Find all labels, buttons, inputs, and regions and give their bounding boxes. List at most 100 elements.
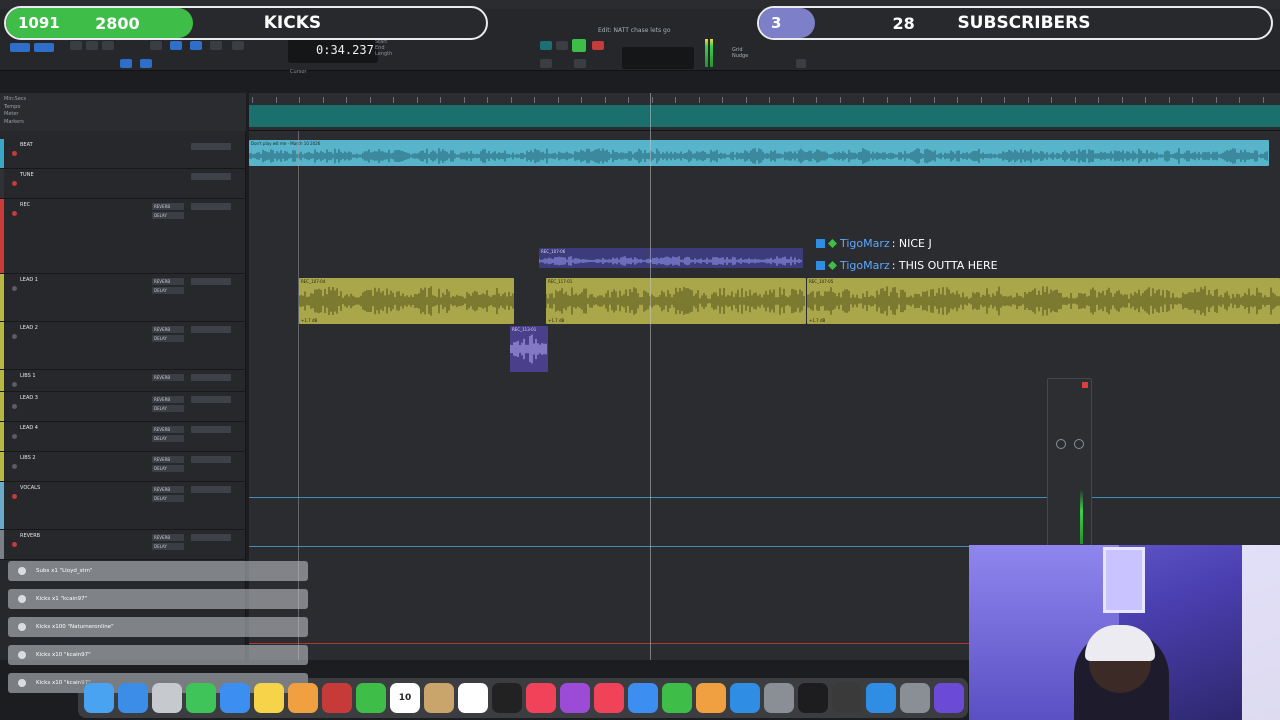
io-output-selector[interactable] (191, 486, 231, 493)
record-arm-button[interactable] (12, 382, 17, 387)
send-delay-slot[interactable]: DELAY (152, 212, 184, 219)
grid-toggle-button[interactable] (120, 59, 132, 68)
track-name[interactable]: LEAD 3 (20, 395, 38, 401)
send-delay-slot[interactable]: DELAY (152, 287, 184, 294)
track-name[interactable]: LIBS 1 (20, 373, 36, 379)
dock-pro-tools-icon[interactable] (934, 683, 964, 713)
io-output-selector[interactable] (191, 396, 231, 403)
dock-messages-icon[interactable] (186, 683, 216, 713)
track-name[interactable]: LEAD 4 (20, 425, 38, 431)
dock-music-icon[interactable] (526, 683, 556, 713)
dock-calendar-icon[interactable]: 10 (390, 683, 420, 713)
io-output-selector[interactable] (191, 326, 231, 333)
send-reverb-slot[interactable]: REVERB (152, 203, 184, 210)
track-name[interactable]: LEAD 2 (20, 325, 38, 331)
dock-notes-icon[interactable] (254, 683, 284, 713)
main-time-counter[interactable]: 0:34.237 (288, 39, 378, 63)
track-rec[interactable]: REC REVERB DELAY (0, 199, 246, 274)
tempo-display[interactable] (622, 47, 694, 69)
zoom-out-button[interactable] (86, 41, 98, 50)
clip-lead1-c[interactable]: REC_107-05 +1.7 dB (807, 278, 1280, 324)
send-reverb-slot[interactable]: REVERB (152, 426, 184, 433)
mode-slip-button[interactable] (34, 43, 54, 52)
rewind-button[interactable] (540, 59, 552, 68)
record-arm-button[interactable] (12, 542, 17, 547)
track-name[interactable]: REC (20, 202, 30, 208)
io-output-selector[interactable] (191, 456, 231, 463)
record-arm-button[interactable] (12, 404, 17, 409)
knob-icon[interactable] (1056, 439, 1066, 449)
track-libs-1[interactable]: LIBS 1 REVERB (0, 370, 246, 392)
dock-system-settings-icon[interactable] (764, 683, 794, 713)
track-name[interactable]: TUNE (20, 172, 34, 178)
io-output-selector[interactable] (191, 278, 231, 285)
trim-tool-button[interactable] (150, 41, 162, 50)
clip-lead1-b[interactable]: REC_117-01 +1.7 dB (546, 278, 806, 324)
record-arm-button[interactable] (12, 286, 17, 291)
track-lead-3[interactable]: LEAD 3 REVERB DELAY (0, 392, 246, 422)
io-output-selector[interactable] (191, 374, 231, 381)
track-name[interactable]: LEAD 1 (20, 277, 38, 283)
record-arm-button[interactable] (12, 181, 17, 186)
selector-tool-button[interactable] (170, 41, 182, 50)
track-tune[interactable]: TUNE (0, 169, 246, 199)
stop-button[interactable] (556, 41, 568, 50)
io-output-selector[interactable] (191, 426, 231, 433)
dock-safari-icon[interactable] (118, 683, 148, 713)
smart-tool-button[interactable] (210, 41, 222, 50)
track-name[interactable]: BEAT (20, 142, 33, 148)
track-lead-1[interactable]: LEAD 1 REVERB DELAY (0, 274, 246, 322)
dock-reminders-icon[interactable] (458, 683, 488, 713)
nudge-toggle-button[interactable] (140, 59, 152, 68)
dock-launchpad-icon[interactable] (152, 683, 182, 713)
track-reverb[interactable]: REVERB REVERB DELAY (0, 530, 246, 560)
dock-finder-icon[interactable] (84, 683, 114, 713)
fast-forward-button[interactable] (574, 59, 586, 68)
send-delay-slot[interactable]: DELAY (152, 405, 184, 412)
send-delay-slot[interactable]: DELAY (152, 465, 184, 472)
timeline-ruler[interactable] (249, 93, 1280, 131)
close-icon[interactable] (1082, 382, 1088, 388)
io-output-selector[interactable] (191, 203, 231, 210)
io-output-selector[interactable] (191, 143, 231, 150)
dock-news-icon[interactable] (594, 683, 624, 713)
record-arm-button[interactable] (12, 464, 17, 469)
dock-apple-tv-icon[interactable] (492, 683, 522, 713)
dock-quick-icon[interactable] (866, 683, 896, 713)
send-reverb-slot[interactable]: REVERB (152, 396, 184, 403)
clip-lead1-a[interactable]: REC_107-04 +1.7 dB (299, 278, 514, 324)
knob-icon[interactable] (1074, 439, 1084, 449)
dock-scope-icon[interactable] (900, 683, 930, 713)
record-arm-button[interactable] (12, 334, 17, 339)
send-delay-slot[interactable]: DELAY (152, 435, 184, 442)
send-reverb-slot[interactable]: REVERB (152, 374, 184, 381)
send-reverb-slot[interactable]: REVERB (152, 486, 184, 493)
online-button[interactable] (540, 41, 552, 50)
grid-nudge-settings[interactable]: Grid Nudge (732, 47, 748, 59)
record-arm-button[interactable] (12, 494, 17, 499)
record-arm-button[interactable] (12, 211, 17, 216)
track-lead-4[interactable]: LEAD 4 REVERB DELAY (0, 422, 246, 452)
send-reverb-slot[interactable]: REVERB (152, 534, 184, 541)
playhead-cursor[interactable] (650, 93, 651, 660)
settings-icon[interactable] (796, 59, 806, 68)
io-output-selector[interactable] (191, 173, 231, 180)
io-output-selector[interactable] (191, 534, 231, 541)
dock-photos-icon[interactable] (288, 683, 318, 713)
dock-keynote-icon[interactable] (628, 683, 658, 713)
record-button[interactable] (592, 41, 604, 50)
send-delay-slot[interactable]: DELAY (152, 335, 184, 342)
dock-facetime-icon[interactable] (356, 683, 386, 713)
zoom-button[interactable] (70, 41, 82, 50)
dock-pages-icon[interactable] (696, 683, 726, 713)
record-arm-button[interactable] (12, 434, 17, 439)
clip-lead2[interactable]: REC_113-01 (510, 326, 548, 372)
pencil-tool-button[interactable] (232, 41, 244, 50)
dock-contacts-icon[interactable] (424, 683, 454, 713)
clip-beat[interactable]: Don't play wit me - March 10 2026 (249, 140, 1269, 166)
send-delay-slot[interactable]: DELAY (152, 495, 184, 502)
dock-mail-icon[interactable] (220, 683, 250, 713)
dock-melodyne-icon[interactable] (798, 683, 828, 713)
dock-podcasts-icon[interactable] (560, 683, 590, 713)
mode-shuffle-button[interactable] (10, 43, 30, 52)
